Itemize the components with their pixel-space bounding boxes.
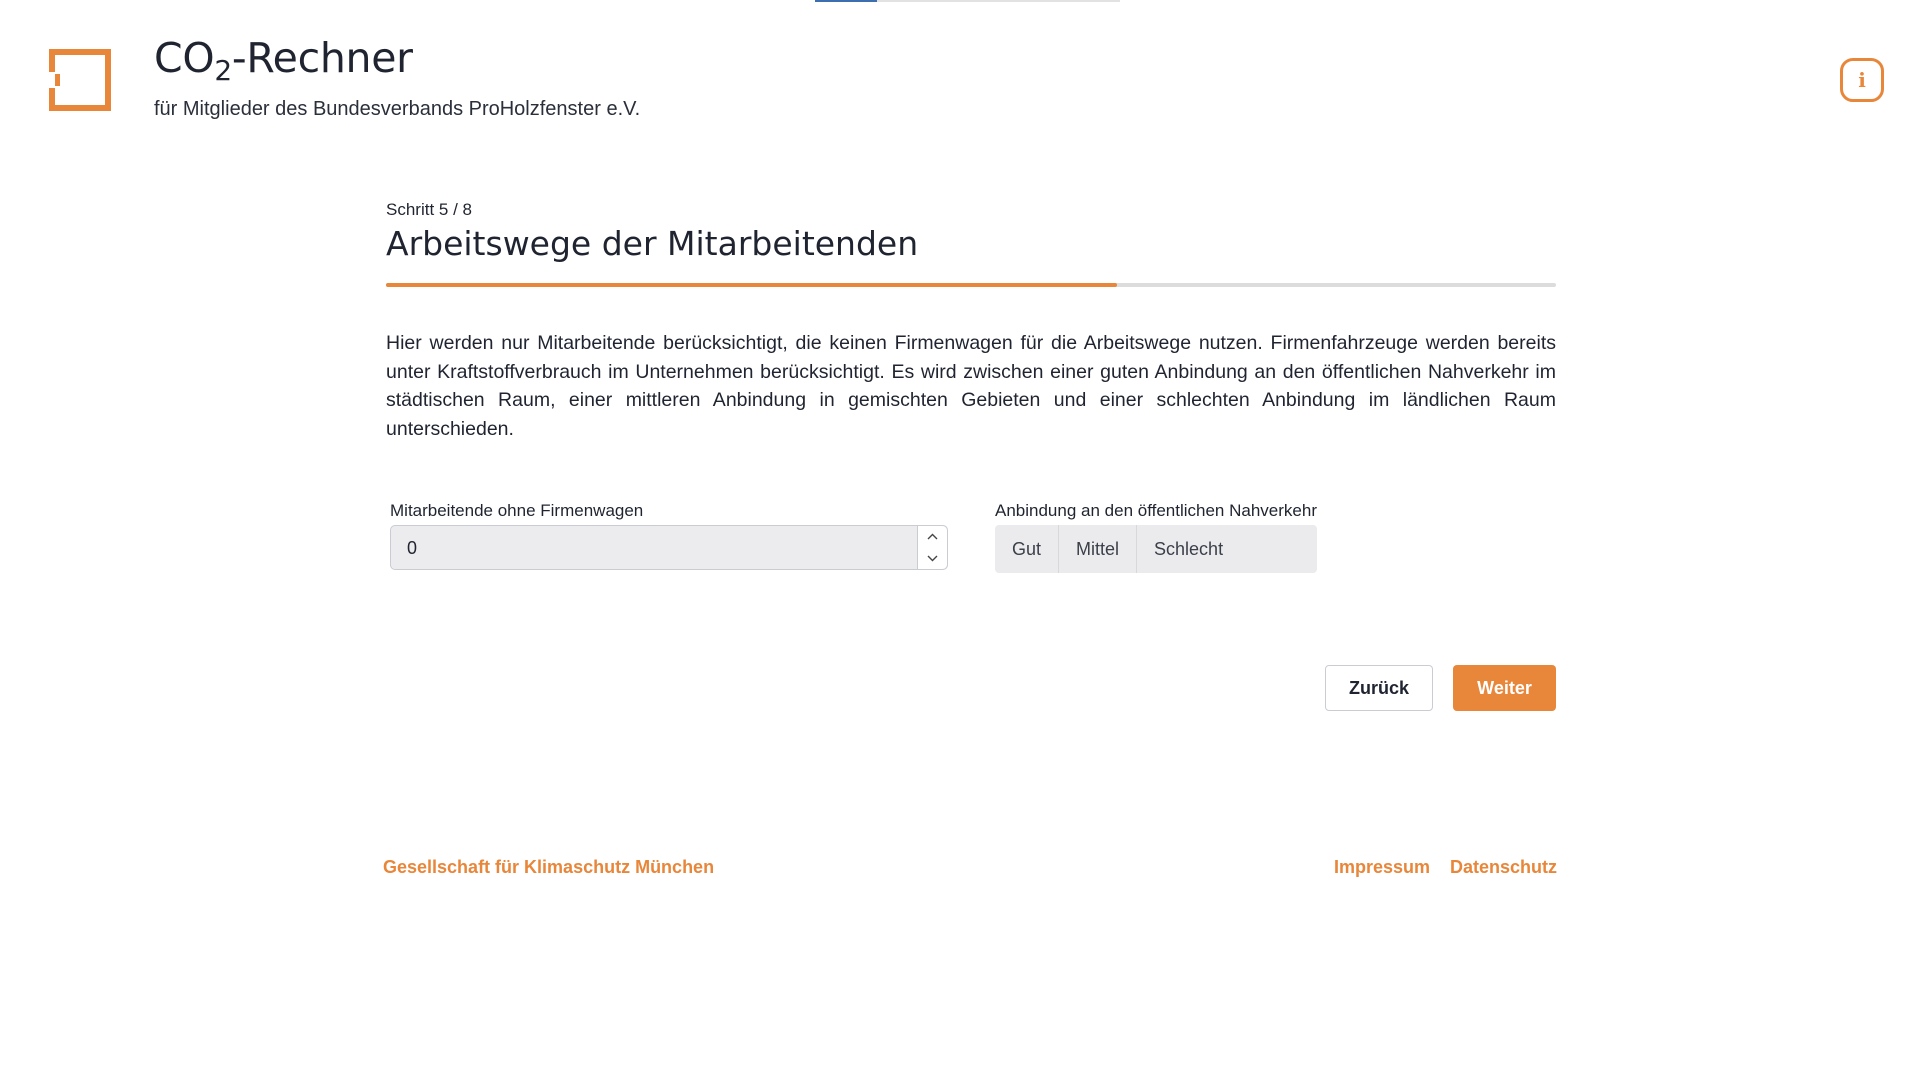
chevron-down-icon[interactable] bbox=[918, 548, 947, 570]
back-button[interactable]: Zurück bbox=[1325, 665, 1433, 711]
info-icon: i bbox=[1858, 68, 1866, 92]
window-frame-logo bbox=[49, 49, 111, 111]
chevron-up-icon[interactable] bbox=[918, 526, 947, 548]
app-footer: Gesellschaft für Klimaschutz München Imp… bbox=[383, 857, 1557, 887]
page-title: Arbeitswege der Mitarbeitenden bbox=[386, 224, 919, 263]
form-row: Mitarbeitende ohne Firmenwagen 0 Anbindu… bbox=[386, 501, 1556, 581]
step-description: Hier werden nur Mitarbeitende berücksich… bbox=[386, 332, 1556, 440]
step-indicator: Schritt 5 / 8 bbox=[386, 200, 472, 219]
transit-option-mittel[interactable]: Mittel bbox=[1059, 525, 1138, 573]
footer-imprint-link[interactable]: Impressum bbox=[1334, 857, 1430, 878]
employees-field-group: Mitarbeitende ohne Firmenwagen 0 bbox=[390, 501, 948, 570]
transit-option-gut[interactable]: Gut bbox=[995, 525, 1060, 573]
transit-field-group: Anbindung an den öffentlichen Nahverkehr… bbox=[995, 501, 1317, 573]
footer-legal-links: Impressum Datenschutz bbox=[1334, 857, 1557, 878]
app-header: CO2-Rechner für Mitglieder des Bundesver… bbox=[0, 0, 1920, 150]
app-title: CO2-Rechner bbox=[154, 34, 413, 87]
transit-option-schlecht[interactable]: Schlecht bbox=[1137, 525, 1240, 573]
info-button[interactable]: i bbox=[1840, 58, 1884, 102]
employees-label: Mitarbeitende ohne Firmenwagen bbox=[390, 501, 644, 520]
employees-stepper bbox=[917, 526, 947, 569]
step-navigation: Zurück Weiter bbox=[1325, 665, 1556, 711]
transit-segmented-control: Gut Mittel Schlecht bbox=[995, 525, 1317, 573]
employees-input-value[interactable]: 0 bbox=[407, 538, 417, 559]
transit-label: Anbindung an den öffentlichen Nahverkehr bbox=[995, 501, 1317, 520]
footer-privacy-link[interactable]: Datenschutz bbox=[1450, 857, 1557, 878]
footer-org-link[interactable]: Gesellschaft für Klimaschutz München bbox=[383, 857, 714, 878]
step-progress-bar bbox=[386, 283, 1556, 287]
step-progress-fill bbox=[386, 283, 1118, 287]
next-button[interactable]: Weiter bbox=[1453, 665, 1556, 711]
app-subtitle: für Mitglieder des Bundesverbands ProHol… bbox=[154, 98, 641, 120]
employees-number-input[interactable]: 0 bbox=[390, 525, 948, 570]
step-content: Schritt 5 / 8 Arbeitswege der Mitarbeite… bbox=[386, 200, 1556, 581]
